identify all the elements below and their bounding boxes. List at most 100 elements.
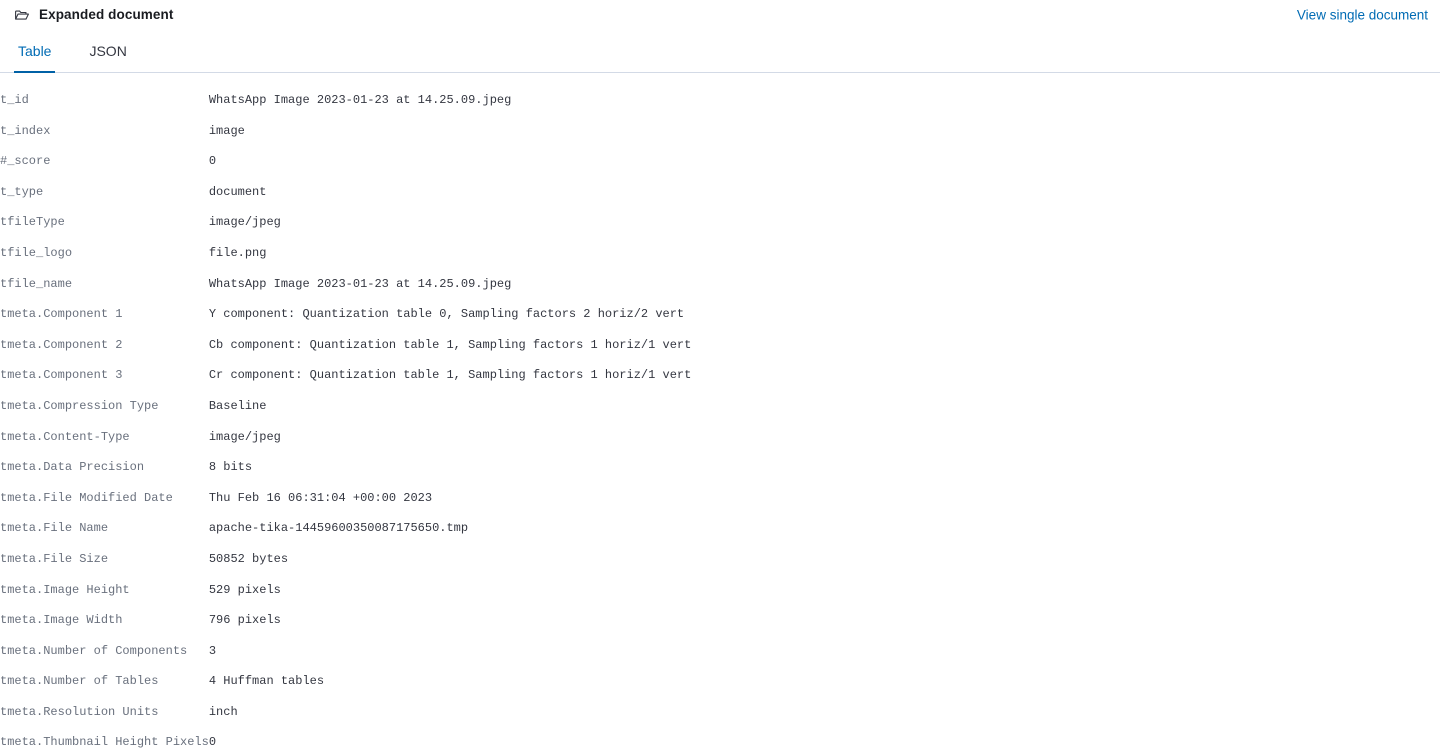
table-row[interactable]: t _type document [0,177,1440,208]
table-row[interactable]: t meta.Resolution Units inch [0,697,1440,728]
table-row[interactable]: t meta.Content-Type image/jpeg [0,422,1440,453]
field-type-indicator: t [0,704,8,719]
table-row[interactable]: t meta.Component 1 Y component: Quantizati… [0,299,1440,330]
document-fields-table-container[interactable]: t _id WhatsApp Image 2023-01-23 at 14.25.0… [0,73,1440,756]
table-row[interactable]: t meta.Number of Components 3 [0,636,1440,667]
field-type-indicator: t [0,398,8,413]
page-title: Expanded document [39,7,174,22]
folder-open-icon [14,7,30,23]
field-type-indicator: t [0,551,8,566]
field-name-label: meta.Resolution Units [7,704,159,719]
field-value: 529 pixels [208,582,281,597]
field-name: meta.Component 3 [7,360,209,391]
field-name-label: meta.File Name [7,521,109,536]
document-view-tabs: Table JSON [0,30,1440,73]
tab-table[interactable]: Table [14,43,56,73]
table-row[interactable]: t _id WhatsApp Image 2023-01-23 at 14.25.0… [0,85,1440,116]
table-row[interactable]: t meta.File Size 50852 bytes [0,544,1440,575]
field-name-label: meta.File Size [7,551,109,566]
tab-json[interactable]: JSON [85,43,130,72]
document-title-group: Expanded document [14,7,173,23]
field-name-label: file_logo [7,245,73,260]
field-name-label: meta.File Modified Date [7,490,173,505]
view-single-document-link[interactable]: View single document [1297,8,1428,23]
field-type-indicator: t [0,368,8,383]
field-value: image [208,123,245,138]
field-name: meta.Image Width [7,605,209,636]
table-row[interactable]: t _index image [0,116,1440,147]
table-row[interactable]: t meta.Compression Type Baseline [0,391,1440,422]
field-name: meta.Component 1 [7,299,209,330]
field-name: meta.File Modified Date [7,483,209,514]
field-value: apache-tika-14459600350087175650.tmp [208,521,469,536]
table-row[interactable]: t meta.Number of Tables 4 Huffman tables [0,666,1440,697]
field-name: meta.File Name [7,513,209,544]
field-name: meta.File Size [7,544,209,575]
field-name-label: meta.Content-Type [7,429,130,444]
field-name-label: meta.Number of Tables [7,674,159,689]
field-value: 8 bits [208,460,253,475]
field-type-indicator: t [0,307,8,322]
field-name: _score [7,146,209,177]
field-value: Cr component: Quantization table 1, Samp… [208,368,692,383]
field-name-label: _score [7,154,51,169]
field-name: meta.Content-Type [7,422,209,453]
field-value: 0 [208,154,217,169]
table-row[interactable]: t meta.Image Height 529 pixels [0,575,1440,606]
field-name-label: _index [7,123,51,138]
field-type-indicator: t [0,613,8,628]
field-name-label: meta.Component 3 [7,368,123,383]
field-name: file_name [7,269,209,300]
table-row[interactable]: t fileType image/jpeg [0,207,1440,238]
field-name-label: meta.Data Precision [7,460,145,475]
field-type-indicator: t [0,429,8,444]
field-value: Thu Feb 16 06:31:04 +00:00 2023 [208,490,433,505]
field-value: 0 [208,735,217,750]
field-value: image/jpeg [208,429,281,444]
field-name-label: _type [7,184,44,199]
table-row[interactable]: t meta.Data Precision 8 bits [0,452,1440,483]
field-name: meta.Number of Tables [7,666,209,697]
field-name: fileType [7,207,209,238]
field-name-label: meta.Number of Components [7,643,188,658]
document-fields-table: t _id WhatsApp Image 2023-01-23 at 14.25.0… [0,85,1440,756]
field-value: 3 [208,643,217,658]
field-type-indicator: t [0,276,8,291]
field-type-indicator: t [0,582,8,597]
table-row[interactable]: t file_name WhatsApp Image 2023-01-23 at 1… [0,269,1440,300]
table-row[interactable]: # _score 0 [0,146,1440,177]
field-value: WhatsApp Image 2023-01-23 at 14.25.09.jp… [208,93,512,107]
table-row[interactable]: t file_logo file.png [0,238,1440,269]
field-value: image/jpeg [208,215,281,230]
field-name: meta.Thumbnail Height Pixels [7,727,209,756]
table-row[interactable]: t meta.File Name apache-tika-1445960035008… [0,513,1440,544]
field-name-label: meta.Image Height [7,582,130,597]
field-value: 50852 bytes [208,551,289,566]
field-name-label: meta.Thumbnail Height Pixels [7,735,209,750]
field-value: document [208,184,267,199]
field-type-indicator: t [0,245,8,260]
field-name: meta.Number of Components [7,636,209,667]
field-name: _type [7,177,209,208]
field-name: file_logo [7,238,209,269]
table-row[interactable]: t meta.Component 3 Cr component: Quantizat… [0,360,1440,391]
table-row[interactable]: t meta.Component 2 Cb component: Quantizat… [0,330,1440,361]
field-name: _id [7,85,209,116]
table-row[interactable]: t meta.File Modified Date Thu Feb 16 06:31… [0,483,1440,514]
expanded-document-header: Expanded document View single document [0,0,1440,30]
field-type-indicator: t [0,521,8,536]
table-body: t _id WhatsApp Image 2023-01-23 at 14.25.0… [0,85,1440,756]
field-name: _index [7,116,209,147]
field-value: 4 Huffman tables [208,674,325,689]
field-name-label: meta.Component 1 [7,307,123,322]
table-row[interactable]: t meta.Thumbnail Height Pixels 0 [0,727,1440,756]
table-row[interactable]: t meta.Image Width 796 pixels [0,605,1440,636]
field-type-indicator: t [0,215,8,230]
field-value: WhatsApp Image 2023-01-23 at 14.25.09.jp… [208,276,512,291]
field-value: Y component: Quantization table 0, Sampl… [208,307,685,322]
field-name-label: _id [7,93,29,107]
field-name-label: meta.Image Width [7,613,123,628]
field-name-label: file_name [7,276,73,291]
field-type-indicator: t [0,735,8,750]
field-name-label: fileType [7,215,65,230]
